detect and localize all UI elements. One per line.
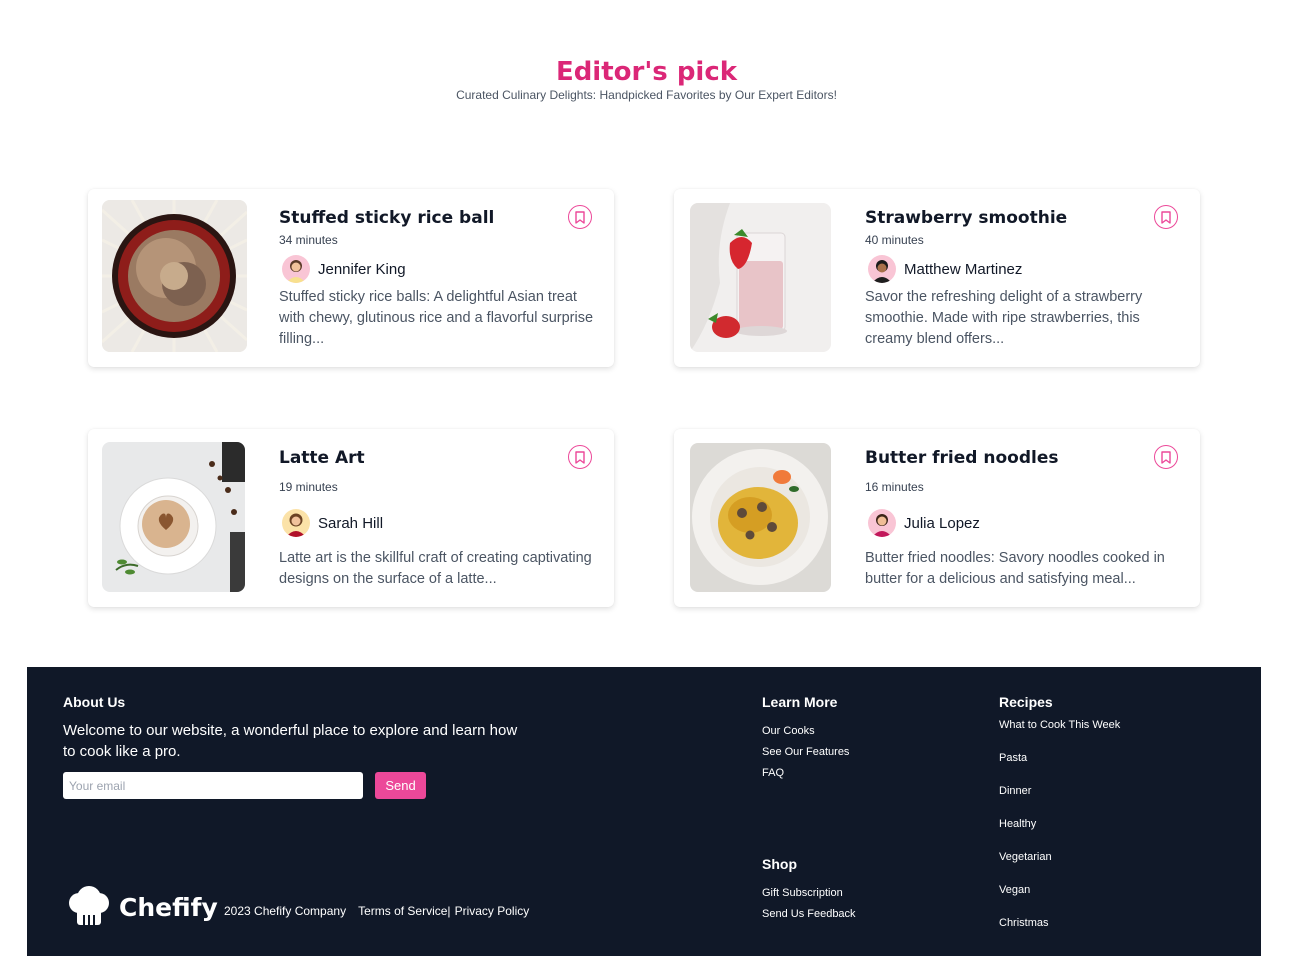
recipe-image-latte bbox=[102, 442, 245, 592]
avatar bbox=[868, 255, 896, 283]
recipe-time: 40 minutes bbox=[865, 233, 924, 247]
link-gift-subscription[interactable]: Gift Subscription bbox=[762, 887, 843, 899]
bookmark-icon bbox=[575, 450, 585, 464]
recipe-image-fried-noodles bbox=[690, 443, 831, 592]
link-christmas[interactable]: Christmas bbox=[999, 917, 1049, 929]
privacy-link[interactable]: Privacy Policy bbox=[455, 904, 530, 918]
recipe-author: Julia Lopez bbox=[868, 509, 980, 537]
recipe-title[interactable]: Stuffed sticky rice ball bbox=[279, 208, 494, 228]
recipe-time: 16 minutes bbox=[865, 480, 924, 494]
link-faq[interactable]: FAQ bbox=[762, 767, 784, 779]
avatar bbox=[282, 509, 310, 537]
send-button[interactable]: Send bbox=[375, 772, 426, 799]
link-our-cooks[interactable]: Our Cooks bbox=[762, 725, 815, 737]
link-healthy[interactable]: Healthy bbox=[999, 818, 1036, 830]
bookmark-button[interactable] bbox=[1154, 205, 1178, 229]
link-pasta[interactable]: Pasta bbox=[999, 752, 1027, 764]
terms-link[interactable]: Terms of Service| bbox=[358, 904, 450, 918]
bookmark-button[interactable] bbox=[568, 205, 592, 229]
bookmark-icon bbox=[575, 210, 585, 224]
recipe-card[interactable]: Butter fried noodles 16 minutes Julia Lo… bbox=[674, 429, 1200, 607]
bookmark-button[interactable] bbox=[1154, 445, 1178, 469]
brand-name: Chefify bbox=[119, 892, 218, 922]
bookmark-icon bbox=[1161, 210, 1171, 224]
recipe-time: 34 minutes bbox=[279, 233, 338, 247]
footer-legal: 2023 Chefify Company Terms of Service| P… bbox=[224, 904, 529, 918]
link-see-our-features[interactable]: See Our Features bbox=[762, 746, 849, 758]
recipe-description: Stuffed sticky rice balls: A delightful … bbox=[279, 289, 594, 347]
author-name: Julia Lopez bbox=[904, 514, 980, 532]
recipe-image-noodle-bowl bbox=[102, 200, 247, 352]
site-footer: About Us Welcome to our website, a wonde… bbox=[27, 667, 1261, 956]
link-vegan[interactable]: Vegan bbox=[999, 884, 1030, 896]
recipe-time: 19 minutes bbox=[279, 480, 338, 494]
recipe-card[interactable]: Stuffed sticky rice ball 34 minutes Jenn… bbox=[88, 189, 614, 367]
bookmark-button[interactable] bbox=[568, 445, 592, 469]
email-input[interactable] bbox=[63, 772, 363, 799]
avatar bbox=[282, 255, 310, 283]
recipe-title[interactable]: Latte Art bbox=[279, 448, 365, 468]
avatar bbox=[868, 509, 896, 537]
author-name: Matthew Martinez bbox=[904, 260, 1023, 278]
recipe-card[interactable]: Latte Art 19 minutes Sarah Hill Latte ar… bbox=[88, 429, 614, 607]
shop-heading: Shop bbox=[762, 856, 797, 872]
author-name: Jennifer King bbox=[318, 260, 406, 278]
bookmark-icon bbox=[1161, 450, 1171, 464]
recipe-description: Latte art is the skillful craft of creat… bbox=[279, 550, 592, 587]
recipe-description: Butter fried noodles: Savory noodles coo… bbox=[865, 550, 1165, 587]
recipe-author: Sarah Hill bbox=[282, 509, 383, 537]
about-text: Welcome to our website, a wonderful plac… bbox=[63, 722, 518, 760]
about-heading: About Us bbox=[63, 694, 126, 710]
author-name: Sarah Hill bbox=[318, 514, 384, 532]
recipes-heading: Recipes bbox=[999, 694, 1053, 710]
link-vegetarian[interactable]: Vegetarian bbox=[999, 851, 1052, 863]
copyright-text: 2023 Chefify Company bbox=[224, 904, 347, 918]
recipe-title[interactable]: Strawberry smoothie bbox=[865, 208, 1067, 228]
chef-hat-icon bbox=[69, 886, 109, 925]
recipe-author: Matthew Martinez bbox=[868, 255, 1022, 283]
learn-more-heading: Learn More bbox=[762, 694, 838, 710]
recipe-card[interactable]: Strawberry smoothie 40 minutes Matthew M… bbox=[674, 189, 1200, 367]
section-subtitle: Curated Culinary Delights: Handpicked Fa… bbox=[456, 88, 837, 102]
recipe-image-strawberry-smoothie bbox=[690, 203, 831, 352]
recipe-description: Savor the refreshing delight of a strawb… bbox=[865, 289, 1143, 347]
link-dinner[interactable]: Dinner bbox=[999, 785, 1031, 797]
brand-logo[interactable]: Chefify bbox=[67, 885, 218, 929]
recipe-title[interactable]: Butter fried noodles bbox=[865, 448, 1058, 468]
editors-pick-header: Editor's pick Curated Culinary Delights:… bbox=[0, 56, 1293, 102]
section-title: Editor's pick bbox=[555, 57, 738, 87]
link-send-us-feedback[interactable]: Send Us Feedback bbox=[762, 908, 856, 920]
link-what-to-cook[interactable]: What to Cook This Week bbox=[999, 719, 1120, 731]
recipe-author: Jennifer King bbox=[282, 255, 406, 283]
